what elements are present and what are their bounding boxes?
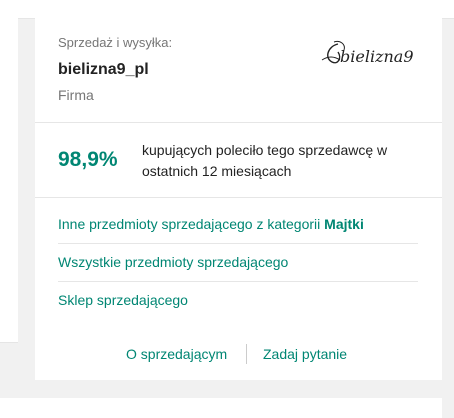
footer-separator bbox=[246, 344, 247, 364]
other-items-prefix: Inne przedmioty sprzedającego z kategori… bbox=[58, 216, 325, 232]
about-seller-link[interactable]: O sprzedającym bbox=[126, 346, 227, 362]
logo-text: bielizna9 bbox=[340, 47, 414, 66]
seller-type: Firma bbox=[58, 87, 94, 103]
recommendation-box: 98,9% kupujących poleciło tego sprzedawc… bbox=[35, 123, 442, 198]
category-name: Majtki bbox=[324, 216, 364, 232]
seller-card: Sprzedaż i wysyłka: bielizna9_pl Firma b… bbox=[35, 18, 442, 380]
recommendation-text: kupujących poleciło tego sprzedawcę w os… bbox=[142, 142, 388, 179]
seller-shop-link[interactable]: Sklep sprzedającego bbox=[58, 282, 418, 319]
recommendation-percent: 98,9% bbox=[58, 148, 118, 171]
next-card bbox=[0, 398, 442, 418]
seller-header: Sprzedaż i wysyłka: bielizna9_pl Firma b… bbox=[35, 18, 442, 123]
seller-caption: Sprzedaż i wysyłka: bbox=[58, 35, 173, 50]
top-strip bbox=[0, 0, 454, 19]
seller-links: Inne przedmioty sprzedającego z kategori… bbox=[58, 206, 418, 319]
seller-name: bielizna9_pl bbox=[58, 61, 149, 78]
all-items-link[interactable]: Wszystkie przedmioty sprzedającego bbox=[58, 244, 418, 282]
seller-footer: O sprzedającym Zadaj pytanie bbox=[35, 332, 442, 380]
seller-logo: bielizna9 bbox=[321, 41, 414, 66]
adjacent-card bbox=[0, 0, 18, 343]
other-items-in-category-link[interactable]: Inne przedmioty sprzedającego z kategori… bbox=[58, 206, 418, 244]
ask-question-link[interactable]: Zadaj pytanie bbox=[263, 346, 347, 362]
